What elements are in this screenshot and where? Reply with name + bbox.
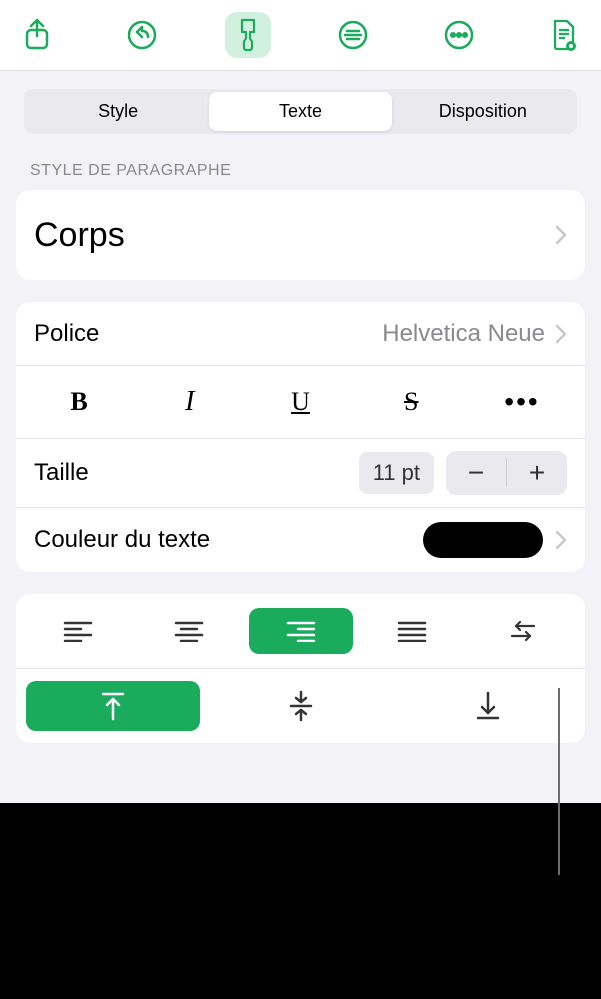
size-decrease-button[interactable]: − [446,451,506,495]
font-style-row: B I U S ••• [16,366,585,439]
text-color-swatch[interactable] [423,522,543,558]
valign-bottom-icon [475,691,501,721]
align-justify-button[interactable] [360,608,464,654]
chevron-right-icon [555,530,567,550]
tab-style[interactable]: Style [27,92,209,131]
paintbrush-icon [233,18,263,52]
format-button[interactable] [225,12,271,58]
valign-middle-icon [288,690,314,722]
valign-bottom-button[interactable] [401,681,575,731]
font-more-button[interactable]: ••• [477,380,567,424]
text-direction-button[interactable] [471,608,575,654]
text-direction-icon [508,620,538,642]
size-stepper: − + [446,451,567,495]
doc-view-button[interactable] [541,12,587,58]
text-options-button[interactable] [330,12,376,58]
tab-layout[interactable]: Disposition [392,92,574,131]
size-value[interactable]: 11 pt [359,452,434,494]
underline-button[interactable]: U [256,380,346,424]
font-row[interactable]: Police Helvetica Neue [16,302,585,366]
alignment-card [16,594,585,743]
font-card: Police Helvetica Neue B I U S ••• Taille… [16,302,585,572]
valign-top-button[interactable] [26,681,200,731]
more-button[interactable] [436,12,482,58]
paragraph-style-value: Corps [34,216,555,255]
share-button[interactable] [14,12,60,58]
undo-button[interactable] [119,12,165,58]
chevron-right-icon [555,324,567,344]
doc-view-icon [549,18,579,52]
italic-button[interactable]: I [145,380,235,424]
align-left-icon [63,620,93,642]
size-row: Taille 11 pt − + [16,439,585,508]
align-right-button[interactable] [249,608,353,654]
horizontal-align-row [16,594,585,669]
valign-top-icon [100,691,126,721]
share-icon [23,18,51,52]
text-color-label: Couleur du texte [34,526,423,554]
bold-button[interactable]: B [34,380,124,424]
paragraph-style-row[interactable]: Corps [16,190,585,280]
paragraph-style-card: Corps [16,190,585,280]
align-justify-icon [397,620,427,642]
align-center-icon [174,620,204,642]
font-label: Police [34,320,382,348]
align-right-icon [286,620,316,642]
size-label: Taille [34,459,359,487]
chevron-right-icon [555,225,567,245]
tab-bar: Style Texte Disposition [24,89,577,134]
callout-line [558,688,560,875]
undo-icon [126,19,158,51]
font-value: Helvetica Neue [382,320,545,348]
text-lines-icon [337,19,369,51]
align-center-button[interactable] [137,608,241,654]
text-color-row[interactable]: Couleur du texte [16,508,585,572]
vertical-align-row [16,669,585,743]
size-increase-button[interactable]: + [507,451,567,495]
top-toolbar [0,0,601,71]
tab-text[interactable]: Texte [209,92,391,131]
paragraph-style-header: STYLE DE PARAGRAPHE [30,162,571,180]
align-left-button[interactable] [26,608,130,654]
ellipsis-icon [443,19,475,51]
strikethrough-button[interactable]: S [366,380,456,424]
bottom-black-area [0,803,601,999]
valign-middle-button[interactable] [214,681,388,731]
